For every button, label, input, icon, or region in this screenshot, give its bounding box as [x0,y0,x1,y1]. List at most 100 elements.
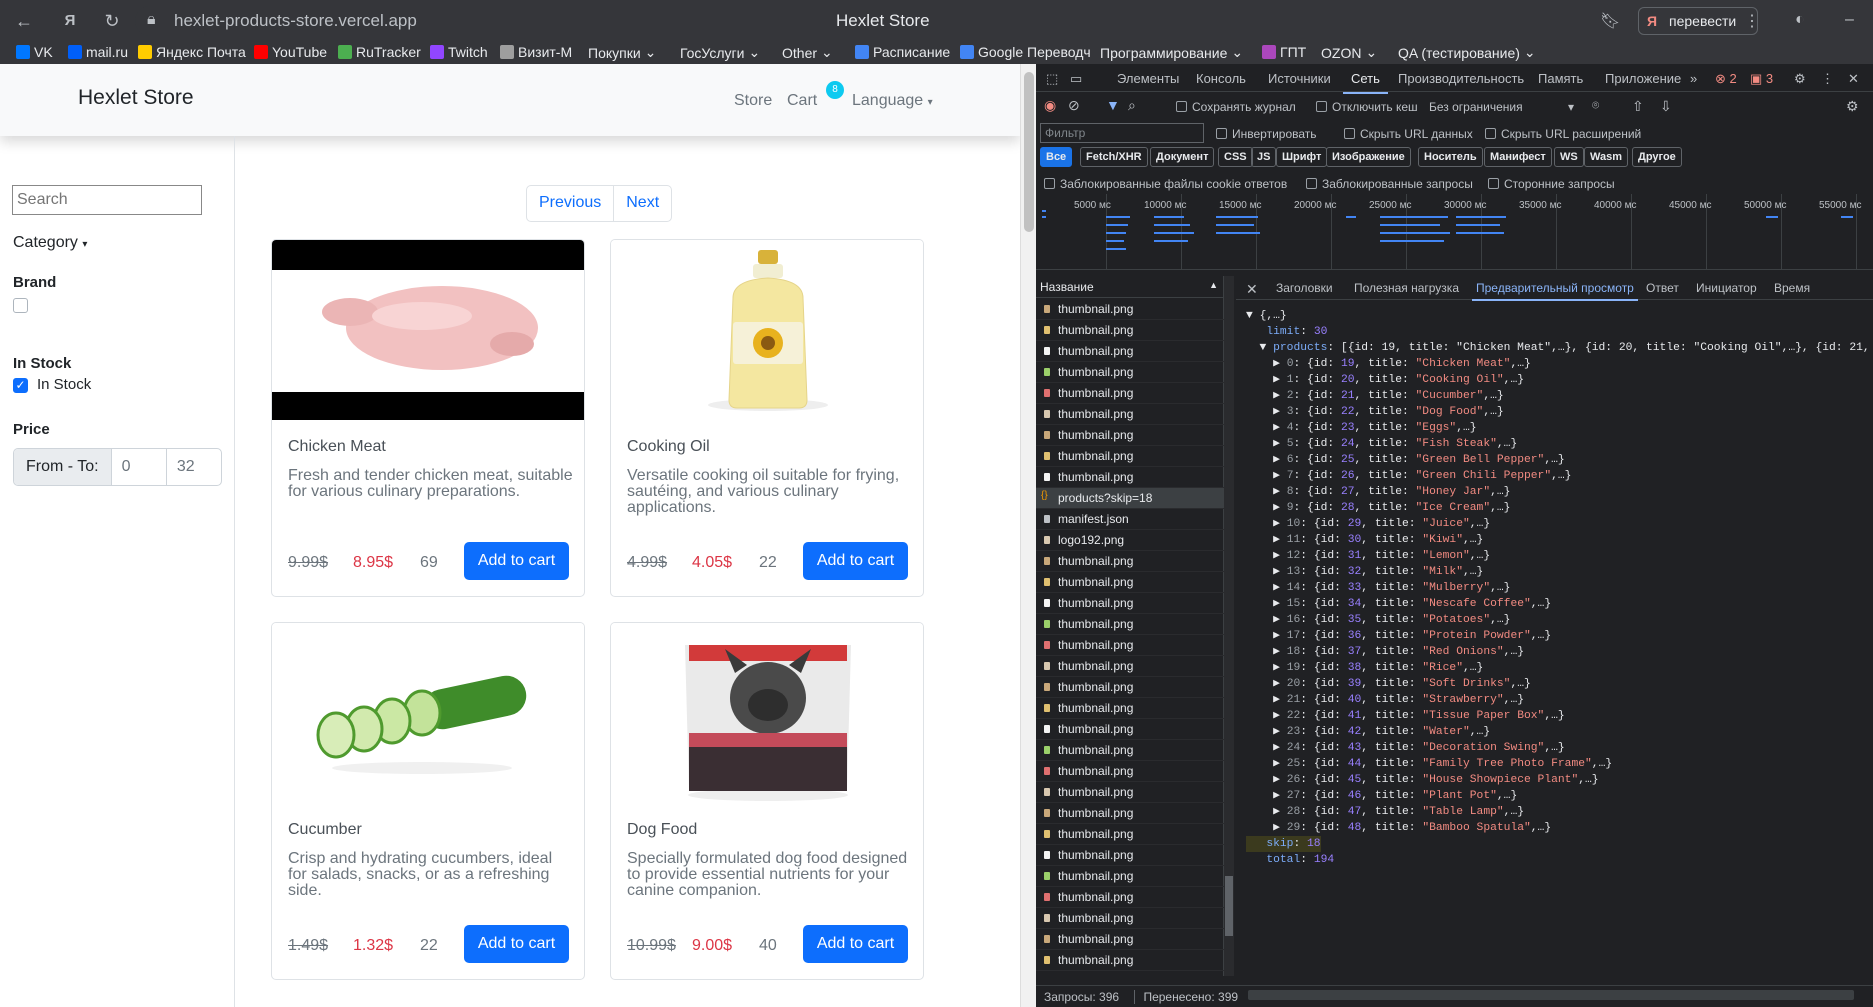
tab-response[interactable]: Ответ [1646,281,1679,295]
json-product-item[interactable]: ▶ 6: {id: 25, title: "Green Bell Pepper"… [1246,452,1873,468]
bookmark-folder-pokupki[interactable]: Покупки ⌄ [588,44,656,61]
json-product-item[interactable]: ▶ 13: {id: 32, title: "Milk",…} [1246,564,1873,580]
page-scroll-thumb[interactable] [1024,72,1034,232]
tab-initiator[interactable]: Инициатор [1696,281,1757,295]
nav-language-dropdown[interactable]: Language ▾ [852,92,933,110]
filter-js[interactable]: JS [1251,147,1277,167]
more-tabs-icon[interactable]: » [1690,71,1697,86]
filter-fetch-xhr[interactable]: Fetch/XHR [1080,147,1148,167]
bookmark-gpt[interactable]: ГПТ [1262,44,1306,60]
bookmark-schedule[interactable]: Расписание [855,44,950,60]
request-list-scrollbar[interactable] [1224,276,1234,976]
upload-icon[interactable]: ⇧ [1632,98,1644,115]
disable-cache-checkbox[interactable]: Отключить кеш [1316,100,1418,114]
filter-all[interactable]: Все [1040,147,1073,167]
json-product-item[interactable]: ▶ 2: {id: 21, title: "Cucumber",…} [1246,388,1873,404]
preserve-log-checkbox[interactable]: Сохранять журнал [1176,100,1296,114]
tab-elements[interactable]: Элементы [1117,71,1179,86]
filter-css[interactable]: CSS [1218,147,1253,167]
json-product-item[interactable]: ▶ 22: {id: 41, title: "Tissue Paper Box"… [1246,708,1873,724]
bookmark-folder-other[interactable]: Other ⌄ [782,44,833,61]
next-button[interactable]: Next [614,186,671,221]
request-row[interactable]: thumbnail.png [1036,656,1224,677]
record-icon[interactable]: ◉ [1044,97,1056,114]
json-product-item[interactable]: ▶ 11: {id: 30, title: "Kiwi",…} [1246,532,1873,548]
json-product-item[interactable]: ▶ 20: {id: 39, title: "Soft Drinks",…} [1246,676,1873,692]
device-toolbar-icon[interactable]: ▭ [1070,71,1082,87]
tab-preview[interactable]: Предварительный просмотр [1472,281,1638,301]
json-product-item[interactable]: ▶ 27: {id: 46, title: "Plant Pot",…} [1246,788,1873,804]
tab-network[interactable]: Сеть [1343,71,1388,94]
nav-store-link[interactable]: Store [734,92,772,110]
bookmark-twitch[interactable]: Twitch [430,44,488,60]
bookmark-mail[interactable]: mail.ru [68,44,128,60]
tab-application[interactable]: Приложение [1605,71,1681,86]
bookmark-folder-programming[interactable]: Программирование ⌄ [1100,44,1243,61]
third-party-checkbox[interactable]: Сторонние запросы [1488,177,1615,191]
nav-cart-link[interactable]: Cart [787,92,817,110]
network-settings-icon[interactable]: ⚙ [1846,98,1859,115]
throttling-select[interactable]: Без ограничения [1429,100,1523,114]
request-row[interactable]: thumbnail.png [1036,320,1224,341]
request-row[interactable]: thumbnail.png [1036,299,1224,320]
bookmark-youtube[interactable]: YouTube [254,44,327,60]
request-row[interactable]: thumbnail.png [1036,719,1224,740]
json-product-item[interactable]: ▶ 10: {id: 29, title: "Juice",…} [1246,516,1873,532]
bookmark-icon[interactable]: 🔖︎ [1600,11,1620,31]
tab-sources[interactable]: Источники [1268,71,1331,86]
in-stock-checkbox-label[interactable]: In Stock [37,376,91,393]
page-scrollbar[interactable] [1020,64,1036,1007]
json-product-item[interactable]: ▶ 14: {id: 33, title: "Mulberry",…} [1246,580,1873,596]
blocked-cookies-checkbox[interactable]: Заблокированные файлы cookie ответов [1044,177,1287,191]
tab-performance[interactable]: Производительность [1398,71,1524,86]
caret-down-icon[interactable]: ▾ [1568,100,1574,114]
request-row[interactable]: thumbnail.png [1036,845,1224,866]
tab-payload[interactable]: Полезная нагрузка [1354,281,1459,295]
in-stock-checkbox[interactable]: ✓ [13,378,28,393]
request-row[interactable]: thumbnail.png [1036,572,1224,593]
json-product-item[interactable]: ▶ 25: {id: 44, title: "Family Tree Photo… [1246,756,1873,772]
request-row[interactable]: thumbnail.png [1036,383,1224,404]
json-product-item[interactable]: ▶ 28: {id: 47, title: "Table Lamp",…} [1246,804,1873,820]
tab-timing[interactable]: Время [1774,281,1810,295]
json-product-item[interactable]: ▶ 9: {id: 28, title: "Ice Cream",…} [1246,500,1873,516]
yandex-icon[interactable]: Я [58,9,82,33]
devtools-menu-icon[interactable]: ⋮ [1821,71,1834,87]
bookmark-vk[interactable]: VK [16,44,53,60]
network-filter-input[interactable]: Фильтр [1040,123,1204,143]
filter-ws[interactable]: WS [1554,147,1584,167]
request-row[interactable]: manifest.json [1036,509,1224,530]
blocked-requests-checkbox[interactable]: Заблокированные запросы [1306,177,1473,191]
json-product-item[interactable]: ▶ 23: {id: 42, title: "Water",…} [1246,724,1873,740]
request-row[interactable]: thumbnail.png [1036,887,1224,908]
json-product-item[interactable]: ▶ 4: {id: 23, title: "Eggs",…} [1246,420,1873,436]
filter-icon[interactable]: ▼ [1106,97,1120,113]
json-product-item[interactable]: ▶ 24: {id: 43, title: "Decoration Swing"… [1246,740,1873,756]
request-row[interactable]: thumbnail.png [1036,404,1224,425]
bookmark-google-translate[interactable]: Google Переводч [960,44,1091,60]
add-to-cart-button[interactable]: Add to cart [464,542,569,580]
search-input[interactable] [12,185,202,215]
add-to-cart-button[interactable]: Add to cart [803,925,908,963]
bookmark-rutracker[interactable]: RuTracker [338,44,421,60]
extensions-icon[interactable]: ◐ [1795,11,1805,29]
minimize-icon[interactable]: – [1845,11,1854,29]
json-product-item[interactable]: ▶ 16: {id: 35, title: "Potatoes",…} [1246,612,1873,628]
lock-icon[interactable]: 🔒︎ [147,11,156,29]
json-product-item[interactable]: ▶ 3: {id: 22, title: "Dog Food",…} [1246,404,1873,420]
search-icon[interactable]: ⌕ [1128,97,1136,114]
json-product-item[interactable]: ▶ 29: {id: 48, title: "Bamboo Spatula",…… [1246,820,1873,836]
preview-horizontal-scrollbar[interactable] [1248,990,1854,1000]
warning-count[interactable]: ▣ 3 [1750,71,1773,87]
settings-icon[interactable]: ⚙ [1794,71,1806,87]
add-to-cart-button[interactable]: Add to cart [803,542,908,580]
json-product-item[interactable]: ▶ 15: {id: 34, title: "Nescafe Coffee",…… [1246,596,1873,612]
network-conditions-icon[interactable]: ⌾ [1592,98,1599,113]
request-list-scroll-thumb[interactable] [1225,876,1233,936]
url-text[interactable]: hexlet-products-store.vercel.app [174,11,417,31]
add-to-cart-button[interactable]: Add to cart [464,925,569,963]
category-dropdown[interactable]: Category ▾ [13,234,87,252]
filter-manifest[interactable]: Манифест [1484,147,1552,167]
filter-image[interactable]: Изображение [1326,147,1411,167]
json-product-item[interactable]: ▶ 7: {id: 26, title: "Green Chili Pepper… [1246,468,1873,484]
